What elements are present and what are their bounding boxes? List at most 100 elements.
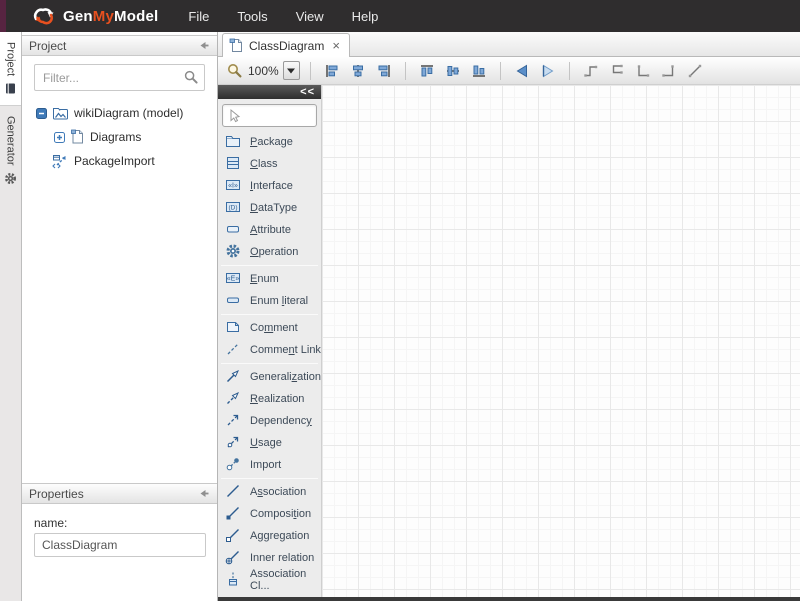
tab-close-icon[interactable]: × [332,39,340,52]
name-field[interactable] [34,533,206,557]
palette-item-label: Comment Link [250,344,321,356]
palette-item-import[interactable]: Import [218,454,321,476]
palette-item-label: Inner relation [250,552,314,564]
palette-item-attribute[interactable]: Attribute [218,219,321,241]
tab-classdiagram[interactable]: ClassDiagram × [222,33,350,57]
association-class-icon [225,571,241,590]
toolbar-separator [310,62,311,80]
palette-item-label: Aggregation [250,530,309,542]
palette-item-comment[interactable]: Comment [218,317,321,339]
align-left-button[interactable] [321,60,343,82]
palette-item-association-class[interactable]: Association Cl... [218,569,321,591]
route-double-bend-button[interactable] [606,60,628,82]
flip-vertical-button[interactable] [537,60,559,82]
generalization-icon [225,368,241,387]
comment-link-icon [225,341,241,360]
aggregation-icon [225,527,241,546]
route-step-button[interactable] [580,60,602,82]
palette-item-comment-link[interactable]: Comment Link [218,339,321,361]
tree-item-wikidiagram[interactable]: wikiDiagram (model) [22,101,217,125]
palette-separator [221,314,318,315]
palette-item-enum[interactable]: «E»Enum [218,268,321,290]
palette-item-label: Usage [250,437,282,449]
align-middle-button[interactable] [442,60,464,82]
properties-panel-title: Properties [29,487,197,501]
palette-collapse-button[interactable]: << [300,87,315,98]
rail-tab-generator-label: Generator [5,116,17,166]
zoom-dropdown-button[interactable] [283,61,300,80]
rail-tab-project[interactable]: Project [0,32,21,106]
cloud-logo-icon [30,5,57,27]
gear-icon [4,172,17,185]
route-oblique-button[interactable] [684,60,706,82]
package-import-icon [52,153,69,169]
collapse-left-icon[interactable] [197,487,210,500]
collapse-left-icon[interactable] [197,39,210,52]
properties-body: name: [22,504,217,557]
tree-item-packageimport[interactable]: PackageImport [22,149,217,173]
enum-literal-icon [225,292,241,311]
route-corner-button[interactable] [632,60,654,82]
palette-item-usage[interactable]: Usage [218,432,321,454]
palette-item-generalization[interactable]: Generalization [218,366,321,388]
palette-item-composition[interactable]: Composition [218,503,321,525]
selection-tool-button[interactable] [222,104,317,127]
inner-relation-icon [225,549,241,568]
palette-item-class[interactable]: Class [218,153,321,175]
align-center-button[interactable] [347,60,369,82]
association-icon [225,483,241,502]
palette-item-realization[interactable]: Realization [218,388,321,410]
flip-horizontal-button[interactable] [511,60,533,82]
menu-help[interactable]: Help [352,9,379,24]
align-top-button[interactable] [416,60,438,82]
svg-text:«I»: «I» [228,182,238,189]
side-rail: Project Generator [0,32,22,601]
palette-item-label: Import [250,459,281,471]
collapse-minus-icon[interactable] [36,108,47,119]
brand-logo[interactable]: GenMyModel [30,5,158,27]
palette-item-dependency[interactable]: Dependency [218,410,321,432]
palette-item-label: Operation [250,246,298,258]
palette-item-aggregation[interactable]: Aggregation [218,525,321,547]
palette-item-label: Composition [250,508,311,520]
class-icon [225,155,241,174]
palette-separator [221,478,318,479]
palette-item-label: Dependency [250,415,312,427]
composition-icon [225,505,241,524]
usage-icon [225,434,241,453]
palette-separator [221,363,318,364]
tool-palette: << Package Class «I» Interface (D)DataType At… [218,85,322,597]
palette-item-package[interactable]: Package [218,131,321,153]
align-bottom-button[interactable] [468,60,490,82]
palette-item-inner-relation[interactable]: Inner relation [218,547,321,569]
palette-item-label: Association Cl... [250,568,321,592]
palette-item-label: Package [250,136,293,148]
comment-icon [225,319,241,338]
project-panel-title: Project [29,39,197,53]
tab-label: ClassDiagram [249,39,324,53]
toolbar-separator [569,62,570,80]
diagram-canvas[interactable] [322,85,800,597]
palette-item-association[interactable]: Association [218,481,321,503]
palette-item-datatype[interactable]: (D)DataType [218,197,321,219]
menu-tools[interactable]: Tools [237,9,267,24]
tree-item-diagrams[interactable]: Diagrams [22,125,217,149]
palette-item-label: Interface [250,180,293,192]
project-tree: wikiDiagram (model) Diagrams [22,97,217,173]
cursor-icon [227,108,243,124]
topbar: GenMyModel File Tools View Help [0,0,800,32]
rail-tab-generator[interactable]: Generator [0,106,21,195]
menu-view[interactable]: View [296,9,324,24]
palette-item-enum-literal[interactable]: Enum literal [218,290,321,312]
filter-input[interactable] [34,64,205,91]
diagram-file-icon [70,129,85,145]
operation-icon [225,243,241,262]
menu-file[interactable]: File [188,9,209,24]
align-right-button[interactable] [373,60,395,82]
zoom-value: 100% [248,64,279,78]
route-corner-down-button[interactable] [658,60,680,82]
palette-item-label: Attribute [250,224,291,236]
expand-plus-icon[interactable] [54,132,65,143]
palette-item-operation[interactable]: Operation [218,241,321,263]
palette-item-interface[interactable]: «I» Interface [218,175,321,197]
